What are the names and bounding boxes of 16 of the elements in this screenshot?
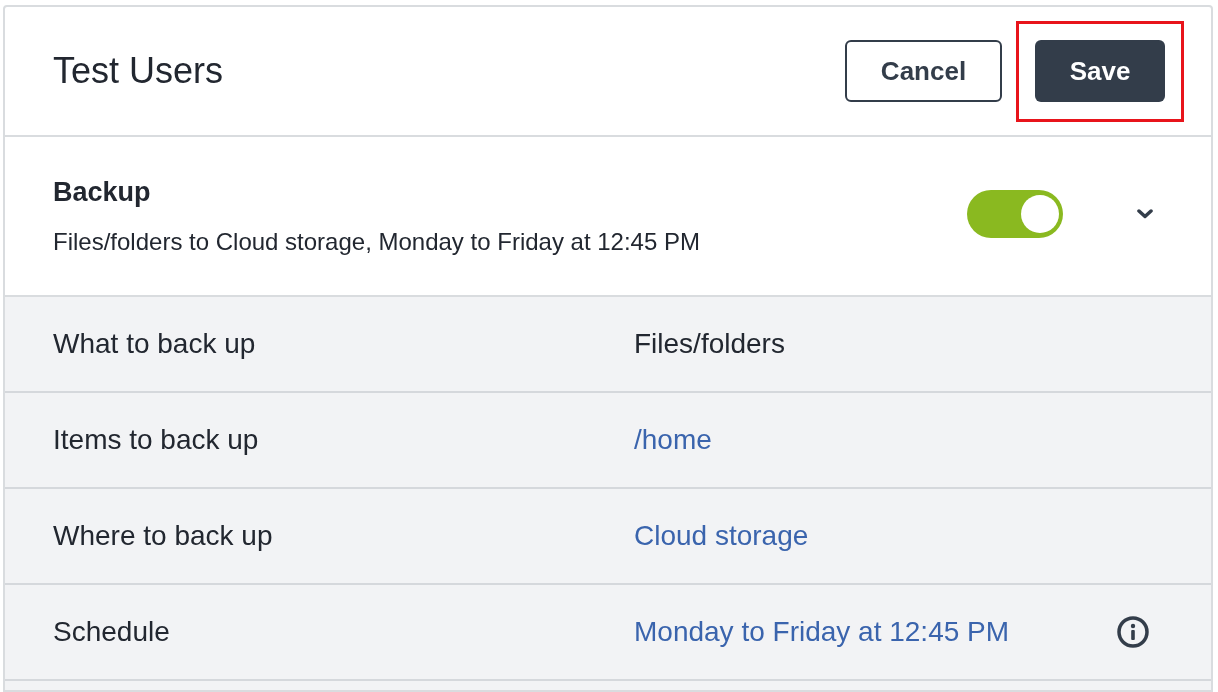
cancel-button[interactable]: Cancel (845, 40, 1002, 102)
info-icon[interactable] (1117, 616, 1149, 648)
row-link[interactable]: Monday to Friday at 12:45 PM (634, 611, 1010, 653)
section-title: Backup (53, 175, 152, 209)
row-link[interactable]: /home (634, 419, 712, 461)
chevron-down-icon[interactable] (1137, 209, 1153, 219)
page-title: Test Users (53, 49, 224, 93)
row-label: Schedule (53, 615, 171, 649)
row-label: What to back up (53, 327, 257, 361)
toggle-switch[interactable] (967, 190, 1063, 238)
row-value: Files/folders (634, 327, 785, 361)
section-summary: Files/folders to Cloud storage, Monday to Friday at 12:45 PM (53, 227, 700, 258)
save-button[interactable]: Save (1035, 40, 1165, 102)
row-link[interactable]: Cloud storage (634, 515, 809, 557)
row-label: Items to back up (53, 423, 260, 457)
row-label: Where to back up (53, 519, 274, 553)
